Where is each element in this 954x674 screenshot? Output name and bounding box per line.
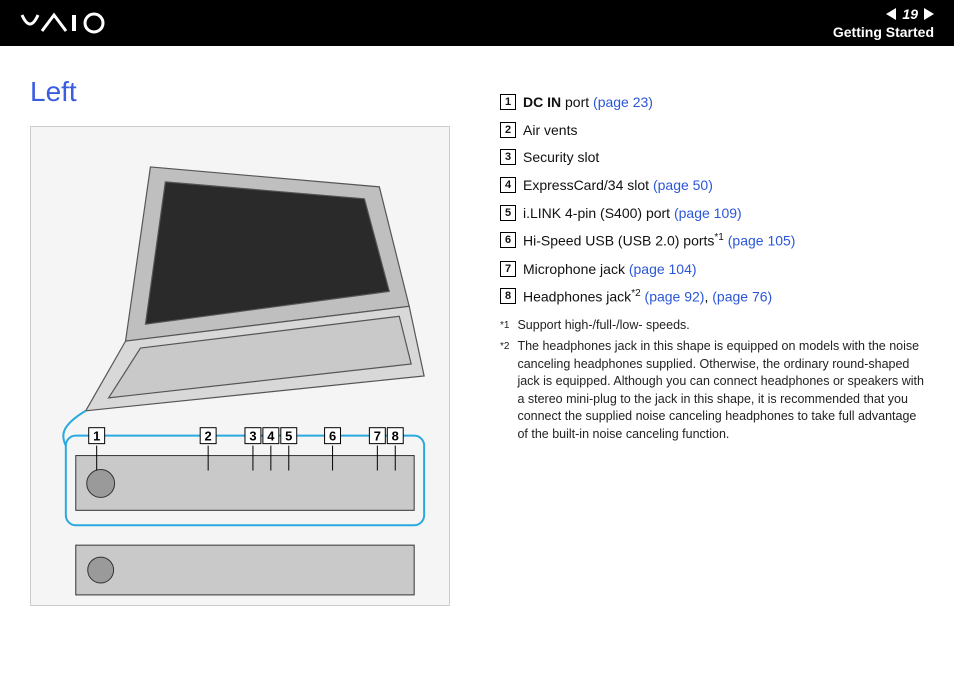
right-column: 1 DC IN port (page 23) 2 Air vents 3 Security… (500, 76, 924, 606)
callout-number: 4 (500, 177, 516, 193)
svg-text:6: 6 (329, 429, 336, 444)
svg-text:7: 7 (374, 429, 381, 444)
footnote: *2The headphones jack in this shape is e… (500, 338, 924, 443)
callout-bold-label: DC IN (523, 94, 561, 110)
callout-item-4: 4 ExpressCard/34 slot (page 50) (500, 175, 924, 197)
svg-text:1: 1 (93, 429, 100, 444)
callout-text: Hi-Speed USB (USB 2.0) ports*1 (page 105… (523, 230, 795, 252)
callout-rest-label: ExpressCard/34 slot (523, 177, 653, 193)
prev-page-arrow-icon[interactable] (886, 8, 896, 20)
page-link[interactable]: (page 105) (728, 233, 796, 249)
callout-text: ExpressCard/34 slot (page 50) (523, 175, 713, 197)
callout-rest-label: Headphones jack (523, 289, 631, 305)
callout-item-7: 7 Microphone jack (page 104) (500, 259, 924, 281)
callout-rest-label: i.LINK 4-pin (S400) port (523, 205, 674, 221)
page-arrows: 19 (886, 6, 934, 22)
footnote-text: The headphones jack in this shape is equ… (517, 338, 924, 443)
callout-rest-label: Air vents (523, 122, 577, 138)
callout-item-3: 3 Security slot (500, 147, 924, 169)
callout-item-6: 6 Hi-Speed USB (USB 2.0) ports*1 (page 10… (500, 230, 924, 252)
callout-item-1: 1 DC IN port (page 23) (500, 92, 924, 114)
page-link[interactable]: (page 92) (645, 289, 705, 305)
callout-text: Headphones jack*2 (page 92), (page 76) (523, 286, 772, 308)
callout-number: 8 (500, 288, 516, 304)
svg-text:5: 5 (285, 429, 292, 444)
page-link[interactable]: (page 76) (712, 289, 772, 305)
callout-text: Security slot (523, 147, 599, 169)
page-link[interactable]: (page 104) (629, 261, 697, 277)
callout-number: 2 (500, 122, 516, 138)
svg-text:2: 2 (205, 429, 212, 444)
callout-rest-label: Hi-Speed USB (USB 2.0) ports (523, 233, 714, 249)
svg-text:4: 4 (267, 429, 275, 444)
page-title: Left (30, 76, 500, 108)
callout-number: 3 (500, 149, 516, 165)
callout-text: Microphone jack (page 104) (523, 259, 697, 281)
footnote-mark: *2 (500, 339, 509, 443)
callout-rest-label: port (561, 94, 593, 110)
svg-text:8: 8 (392, 429, 399, 444)
svg-text:3: 3 (249, 429, 256, 444)
page-body: Left 1 2 3 4 (0, 46, 954, 606)
header-bar: 19 Getting Started (0, 0, 954, 46)
left-column: Left 1 2 3 4 (30, 76, 500, 606)
callout-item-2: 2 Air vents (500, 120, 924, 142)
callout-number: 5 (500, 205, 516, 221)
callout-superscript: *1 (714, 232, 723, 243)
page-number: 19 (902, 6, 918, 22)
page-link[interactable]: (page 109) (674, 205, 742, 221)
callout-text: DC IN port (page 23) (523, 92, 653, 114)
callout-text: i.LINK 4-pin (S400) port (page 109) (523, 203, 742, 225)
figure-svg: 1 2 3 4 5 6 7 8 (31, 126, 449, 606)
callout-item-5: 5 i.LINK 4-pin (S400) port (page 109) (500, 203, 924, 225)
footnotes: *1 Support high-/full-/low- speeds. *2The … (500, 317, 924, 444)
page-nav: 19 Getting Started (833, 6, 934, 40)
page-link[interactable]: (page 23) (593, 94, 653, 110)
footnote-mark: *1 (500, 318, 509, 335)
callout-list: 1 DC IN port (page 23) 2 Air vents 3 Security… (500, 92, 924, 309)
section-label: Getting Started (833, 24, 934, 40)
callout-number: 1 (500, 94, 516, 110)
callout-superscript: *2 (631, 288, 640, 299)
callout-rest-label: Security slot (523, 149, 599, 165)
callout-item-8: 8 Headphones jack*2 (page 92), (page 76) (500, 286, 924, 308)
left-side-ports-figure: 1 2 3 4 5 6 7 8 (30, 126, 450, 606)
footnote: *1 Support high-/full-/low- speeds. (500, 317, 924, 335)
callout-text: Air vents (523, 120, 577, 142)
page-link[interactable]: (page 50) (653, 177, 713, 193)
vaio-logo-svg (20, 11, 130, 35)
callout-number: 6 (500, 232, 516, 248)
callout-number: 7 (500, 261, 516, 277)
callout-rest-label: Microphone jack (523, 261, 629, 277)
next-page-arrow-icon[interactable] (924, 8, 934, 20)
footnote-text: Support high-/full-/low- speeds. (517, 317, 924, 335)
vaio-logo (20, 11, 130, 35)
